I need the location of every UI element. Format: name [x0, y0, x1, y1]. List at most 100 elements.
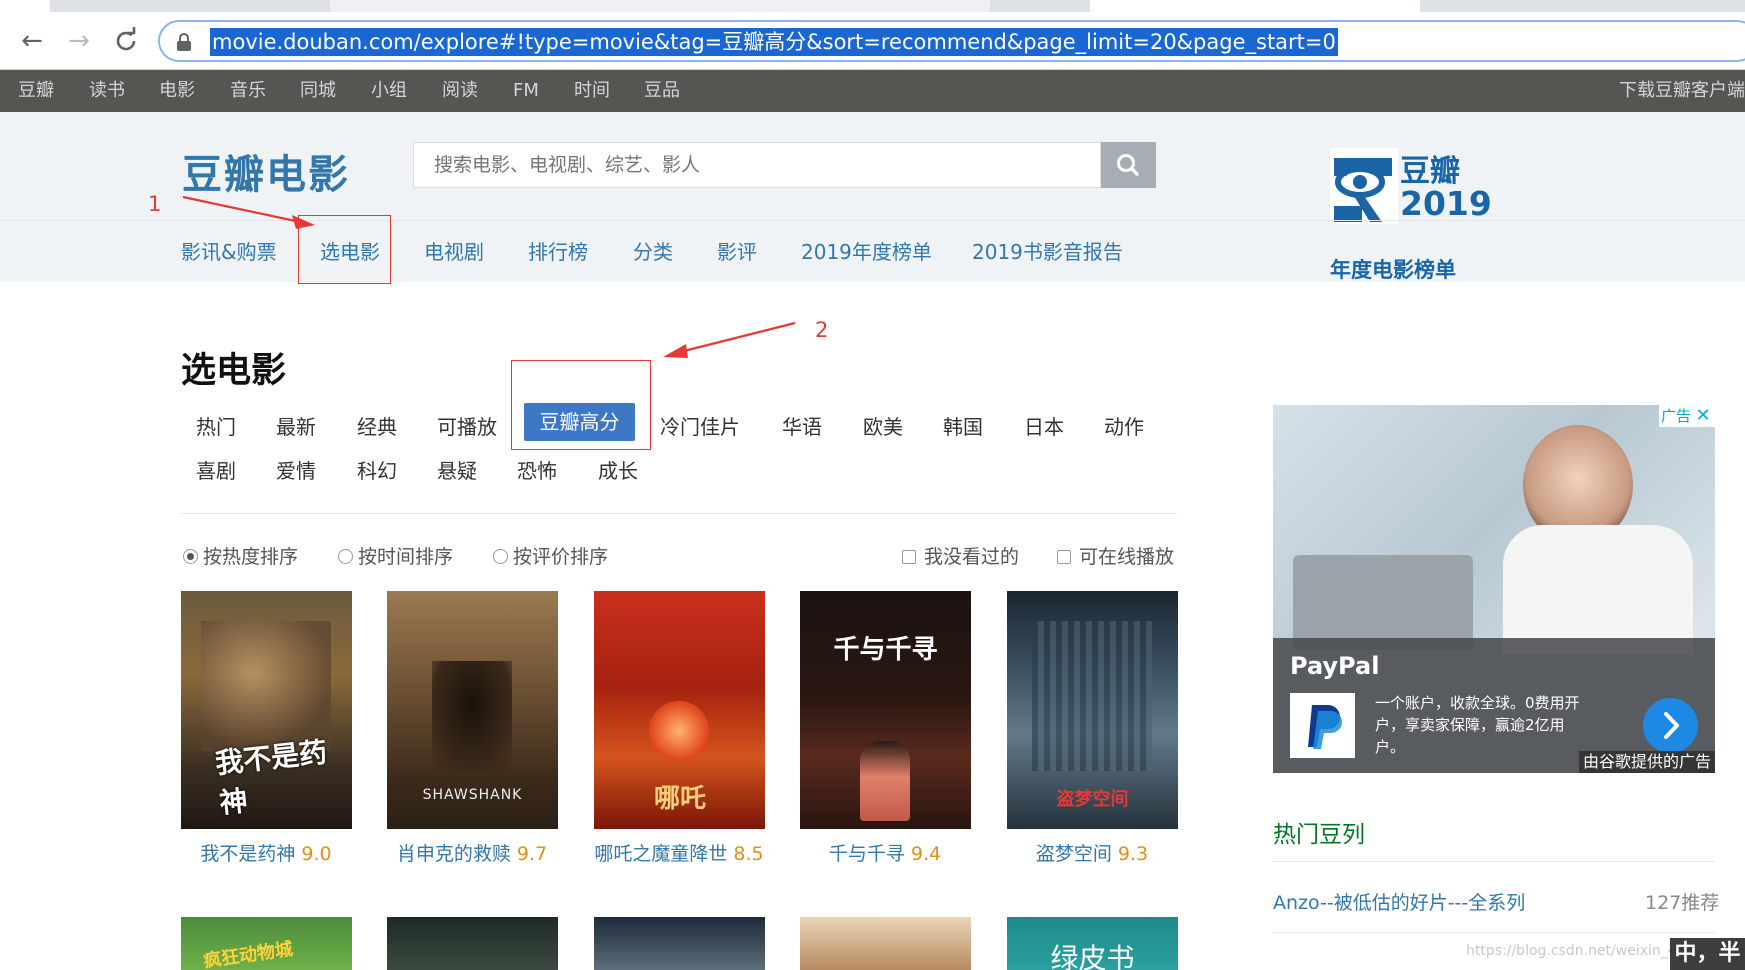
advertisement[interactable]: 广告 ✕ PayPal 一个账户，收款全球。0费用开户，享卖家保障，赢逾2亿用户… — [1273, 405, 1715, 773]
movie-poster[interactable]: 疯狂动物城 — [181, 917, 352, 970]
ime-indicator[interactable]: 中，半 — [1670, 938, 1745, 970]
movie-poster[interactable] — [594, 917, 765, 970]
subnav-item-review[interactable]: 影评 — [717, 236, 757, 265]
tag-chinese[interactable]: 华语 — [782, 411, 822, 440]
radio-icon[interactable] — [338, 549, 353, 564]
tag-action[interactable]: 动作 — [1104, 411, 1144, 440]
sort-by-rating[interactable]: 按评价排序 — [493, 542, 608, 569]
radio-checked-icon[interactable] — [183, 549, 198, 564]
filter-online-playable[interactable]: 可在线播放 — [1057, 542, 1174, 569]
hot-doulist-title: 热门豆列 — [1273, 822, 1365, 848]
close-icon[interactable]: ✕ — [1693, 405, 1713, 427]
global-nav-item[interactable]: 小组 — [371, 70, 407, 112]
reload-icon[interactable] — [111, 26, 141, 56]
subnav-item-tv[interactable]: 电视剧 — [424, 236, 484, 265]
movie-poster[interactable]: 我不是药神 — [181, 591, 352, 829]
subnav-item-chart[interactable]: 排行榜 — [528, 236, 588, 265]
url-text[interactable]: movie.douban.com/explore#!type=movie&tag… — [210, 28, 1338, 56]
subnav-item-annual-report[interactable]: 2019书影音报告 — [972, 236, 1123, 265]
search-button[interactable] — [1101, 142, 1156, 188]
tag-romance[interactable]: 爱情 — [276, 455, 316, 484]
movie-poster[interactable] — [800, 917, 971, 970]
doulist-item-link[interactable]: Anzo--被低估的好片---全系列 — [1273, 888, 1525, 915]
sort-label: 按评价排序 — [513, 546, 609, 568]
annotation-number-1: 1 — [148, 192, 162, 216]
search-input[interactable] — [414, 143, 1100, 187]
checkbox-icon[interactable] — [1057, 550, 1071, 564]
browser-tab[interactable] — [330, 0, 990, 12]
poster-title-art: 盗梦空间 — [1056, 789, 1129, 810]
chevron-right-icon[interactable] — [1643, 698, 1698, 753]
subnav-item-showtimes[interactable]: 影讯&购票 — [181, 236, 277, 265]
global-nav-item[interactable]: FM — [513, 70, 539, 112]
global-nav-item[interactable]: 时间 — [574, 70, 610, 112]
poster-title-art: 哪吒 — [654, 784, 707, 814]
movie-caption[interactable]: 千与千寻 9.4 — [785, 839, 985, 866]
global-nav-item[interactable]: 豆品 — [644, 70, 680, 112]
tag-high-score-active[interactable]: 豆瓣高分 — [524, 403, 635, 441]
tag-korean[interactable]: 韩国 — [943, 411, 983, 440]
download-client-link[interactable]: 下载豆瓣客户端 — [1619, 70, 1745, 112]
address-bar[interactable]: movie.douban.com/explore#!type=movie&tag… — [158, 20, 1745, 62]
lock-icon[interactable] — [176, 33, 192, 51]
tag-growth[interactable]: 成长 — [598, 455, 638, 484]
subnav-item-category[interactable]: 分类 — [633, 236, 673, 265]
movie-poster[interactable] — [387, 917, 558, 970]
tag-western[interactable]: 欧美 — [863, 411, 903, 440]
global-nav-item[interactable]: 电影 — [159, 70, 195, 112]
tag-underrated[interactable]: 冷门佳片 — [660, 411, 740, 440]
tags-divider — [181, 513, 1177, 514]
movie-caption[interactable]: 我不是药神 9.0 — [166, 839, 366, 866]
tag-scifi[interactable]: 科幻 — [357, 455, 397, 484]
subnav-item-annual-list[interactable]: 2019年度榜单 — [801, 236, 932, 265]
global-nav-item[interactable]: 阅读 — [442, 70, 478, 112]
movie-title[interactable]: 我不是药神 — [200, 843, 295, 865]
movie-poster[interactable]: 盗梦空间 — [1007, 591, 1178, 829]
ad-flag-text: 广告 — [1660, 407, 1691, 425]
tag-horror[interactable]: 恐怖 — [517, 455, 557, 484]
sort-by-time[interactable]: 按时间排序 — [338, 542, 453, 569]
tag-japanese[interactable]: 日本 — [1024, 411, 1064, 440]
movie-poster[interactable]: 哪吒 — [594, 591, 765, 829]
global-nav-item[interactable]: 读书 — [89, 70, 125, 112]
movie-title[interactable]: 哪吒之魔童降世 — [594, 843, 727, 865]
poster-title-art: SHAWSHANK — [422, 787, 523, 803]
sort-label: 按热度排序 — [203, 546, 299, 568]
filter-unwatched[interactable]: 我没看过的 — [902, 542, 1019, 569]
browser-tab-active[interactable] — [1090, 0, 1420, 12]
annotation-arrowhead-2 — [663, 344, 688, 358]
tag-hot[interactable]: 热门 — [196, 411, 236, 440]
global-nav-item[interactable]: 音乐 — [230, 70, 266, 112]
movie-poster[interactable]: 绿皮书 — [1007, 917, 1178, 970]
annual-ranking-badge[interactable]: 豆瓣 2019 年度电影榜单 — [1330, 146, 1492, 282]
paypal-logo-icon — [1290, 693, 1355, 758]
tag-comedy[interactable]: 喜剧 — [196, 455, 236, 484]
movie-poster[interactable]: 千与千寻 — [800, 591, 971, 829]
movie-rating: 9.4 — [910, 843, 942, 865]
movie-caption[interactable]: 哪吒之魔童降世 8.5 — [579, 839, 779, 866]
movie-caption[interactable]: 肖申克的救赎 9.7 — [372, 839, 572, 866]
annotation-arrow-2 — [679, 321, 796, 354]
hot-doulist-divider — [1273, 861, 1715, 862]
page-title: 选电影 — [181, 351, 287, 391]
tag-mystery[interactable]: 悬疑 — [437, 455, 477, 484]
checkbox-icon[interactable] — [902, 550, 916, 564]
browser-tab[interactable] — [0, 0, 50, 12]
tag-latest[interactable]: 最新 — [276, 411, 316, 440]
poster-title-art: 千与千寻 — [833, 635, 938, 665]
back-arrow-icon[interactable]: ← — [17, 26, 47, 56]
sort-by-popularity[interactable]: 按热度排序 — [183, 542, 298, 569]
movie-title[interactable]: 盗梦空间 — [1036, 843, 1112, 865]
sort-label: 按时间排序 — [358, 546, 454, 568]
radio-icon[interactable] — [493, 549, 508, 564]
forward-arrow-icon[interactable]: → — [64, 26, 94, 56]
global-nav-item[interactable]: 同城 — [300, 70, 336, 112]
movie-title[interactable]: 肖申克的救赎 — [397, 843, 511, 865]
tag-playable[interactable]: 可播放 — [437, 411, 497, 440]
movie-poster[interactable]: SHAWSHANK — [387, 591, 558, 829]
global-nav-item[interactable]: 豆瓣 — [18, 70, 54, 112]
movie-title[interactable]: 千与千寻 — [829, 843, 905, 865]
movie-caption[interactable]: 盗梦空间 9.3 — [992, 839, 1192, 866]
douban-movie-logo[interactable]: 豆瓣电影 — [182, 142, 350, 200]
tag-classic[interactable]: 经典 — [357, 411, 397, 440]
